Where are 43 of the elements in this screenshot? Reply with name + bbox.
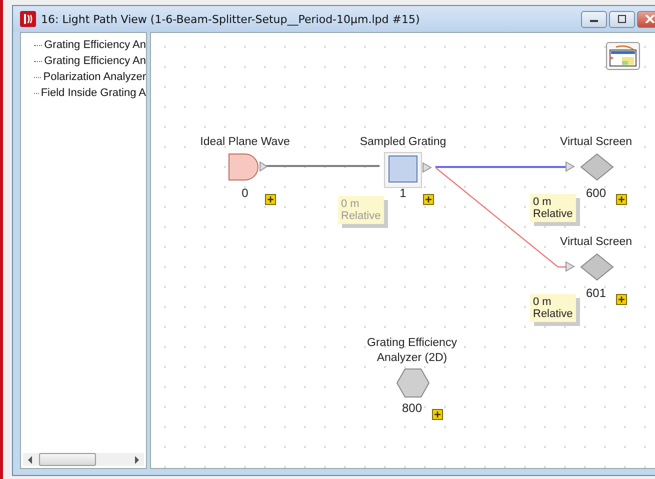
node-number: 601 — [584, 286, 608, 300]
expand-icon[interactable] — [616, 294, 627, 305]
tree-item[interactable]: Field Inside Grating A — [40, 87, 146, 99]
expand-icon[interactable] — [265, 194, 276, 205]
minimize-button[interactable] — [581, 10, 607, 28]
position-note[interactable]: 0 m Relative — [530, 194, 576, 222]
node-label: Virtual Screen — [558, 135, 634, 150]
tree-item[interactable]: Grating Efficiency An — [44, 55, 146, 67]
node-label: Sampled Grating — [358, 135, 448, 150]
tree-item[interactable]: Grating Efficiency An — [44, 39, 146, 51]
plane-wave-source-icon[interactable] — [228, 153, 268, 181]
position-note[interactable]: 0 m Relative — [530, 294, 576, 322]
node-number: 1 — [398, 186, 408, 200]
expand-icon[interactable] — [616, 194, 627, 205]
analyzer-hexagon-icon[interactable] — [396, 368, 430, 398]
maximize-button[interactable] — [609, 10, 635, 28]
close-icon — [645, 15, 655, 23]
scroll-right-icon[interactable] — [134, 456, 140, 464]
distance-text: 0 m — [533, 196, 552, 208]
node-number: 800 — [400, 401, 424, 415]
scroll-left-icon[interactable] — [27, 456, 33, 464]
mode-text: Relative — [533, 308, 573, 320]
virtual-screen-icon[interactable] — [565, 153, 615, 181]
mode-text: Relative — [341, 210, 381, 222]
distance-text: 0 m — [533, 296, 552, 308]
expand-icon[interactable] — [432, 409, 443, 420]
distance-text: 0 m — [341, 198, 360, 210]
table-view-icon[interactable] — [606, 42, 640, 70]
node-label: Virtual Screen — [558, 235, 634, 250]
virtual-screen-icon[interactable] — [565, 253, 615, 281]
app-logo-icon — [20, 11, 36, 27]
node-label: Ideal Plane Wave — [199, 135, 291, 150]
mode-text: Relative — [533, 208, 573, 220]
scroll-thumb[interactable] — [39, 453, 96, 466]
node-label: Grating Efficiency Analyzer (2D) — [366, 336, 458, 366]
node-number: 0 — [240, 186, 250, 200]
window-title: 16: Light Path View (1-6-Beam-Splitter-Setup__Period-10µm.lpd #15) — [41, 12, 420, 26]
horizontal-scrollbar[interactable] — [23, 453, 144, 466]
maximize-icon — [617, 15, 627, 23]
tree-item[interactable]: Polarization Analyzer — [43, 71, 146, 83]
grating-component-icon[interactable] — [384, 152, 432, 188]
expand-icon[interactable] — [423, 194, 434, 205]
node-number: 600 — [584, 186, 608, 200]
